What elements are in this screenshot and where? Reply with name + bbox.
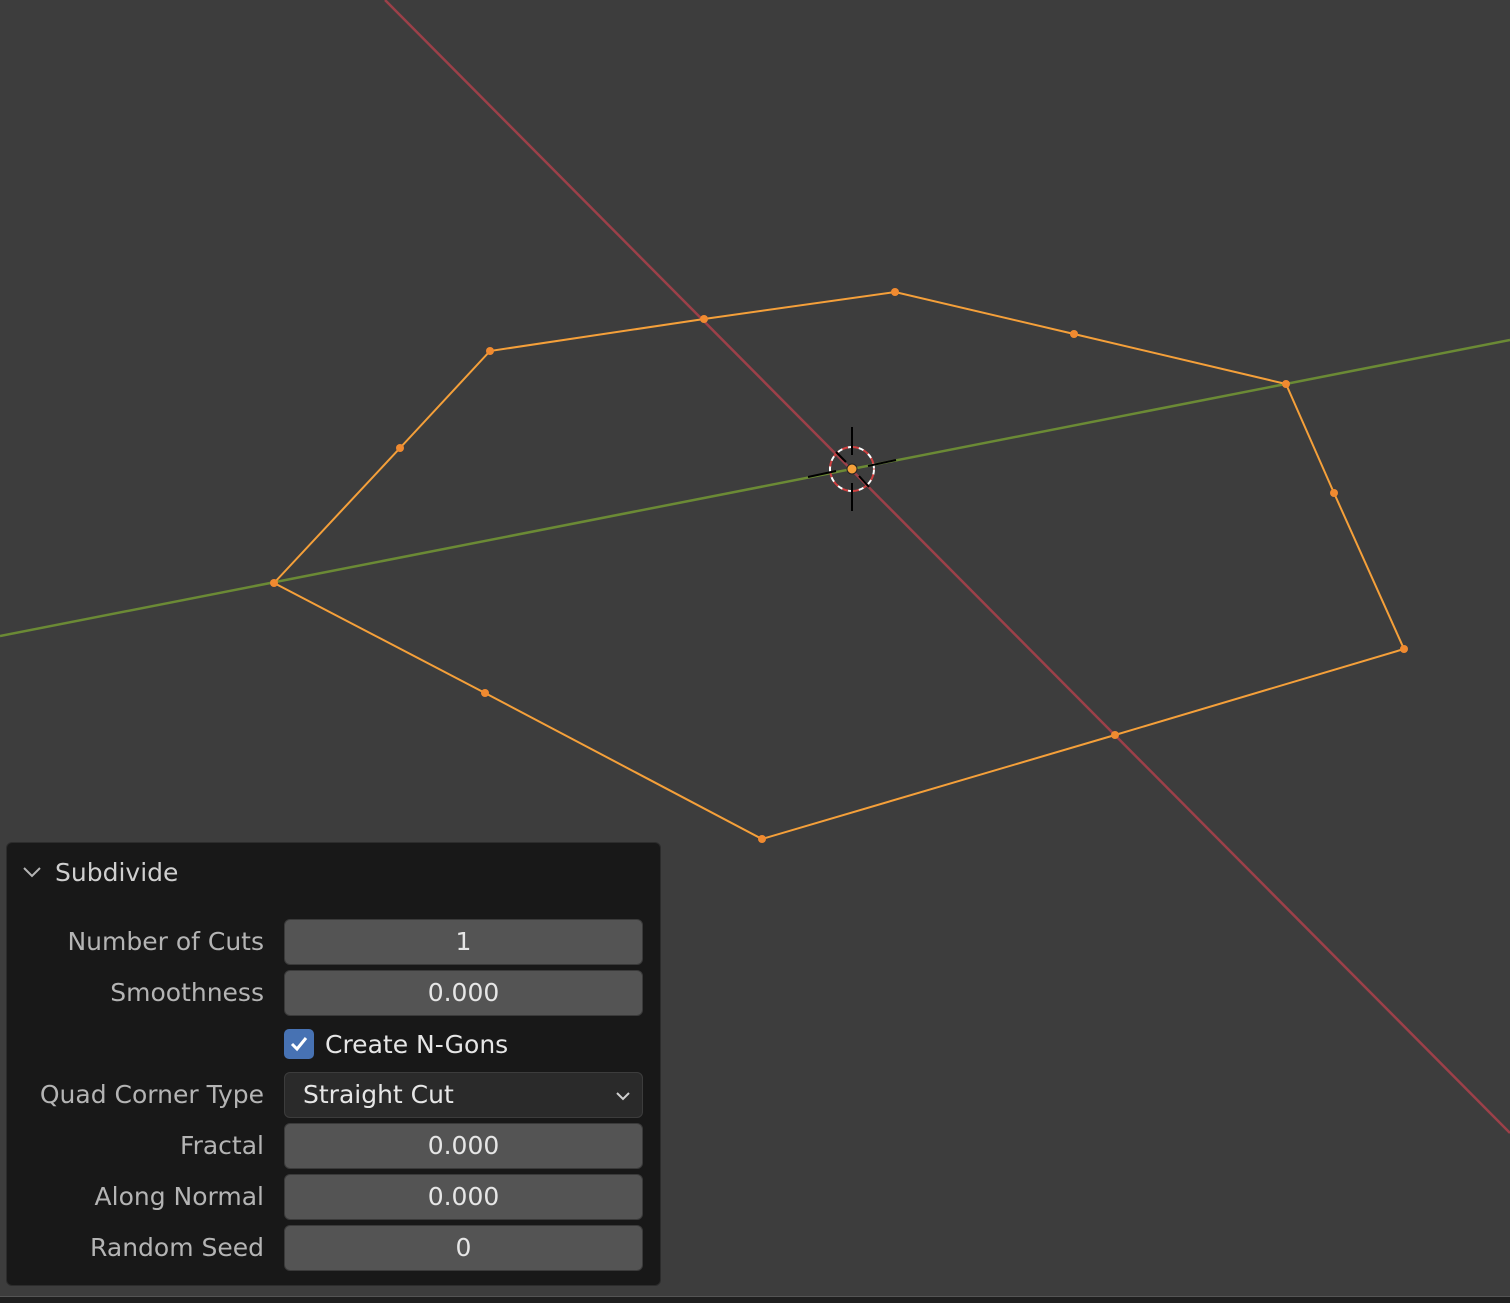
- random-seed-row: Random Seed 0: [7, 1225, 662, 1271]
- create-ngons-row: Create N-Gons: [7, 1021, 662, 1067]
- number-of-cuts-row: Number of Cuts 1: [7, 919, 662, 965]
- checkmark-icon: [290, 1037, 308, 1052]
- vertex: [1330, 489, 1338, 497]
- chevron-down-icon[interactable]: [21, 861, 43, 883]
- number-of-cuts-field[interactable]: 1: [284, 919, 643, 965]
- create-ngons-toggle[interactable]: Create N-Gons: [284, 1021, 508, 1067]
- number-of-cuts-label: Number of Cuts: [67, 927, 264, 956]
- along-normal-row: Along Normal 0.000: [7, 1174, 662, 1220]
- create-ngons-checkbox[interactable]: [284, 1029, 314, 1059]
- quad-corner-type-select[interactable]: Straight Cut: [284, 1072, 643, 1118]
- vertex: [270, 579, 278, 587]
- random-seed-label: Random Seed: [90, 1233, 264, 1262]
- fractal-label: Fractal: [180, 1131, 264, 1160]
- random-seed-field[interactable]: 0: [284, 1225, 643, 1271]
- mesh-edges[interactable]: [273, 290, 1406, 841]
- panel-header[interactable]: Subdivide: [21, 855, 178, 889]
- vertex: [481, 689, 489, 697]
- quad-corner-type-value: Straight Cut: [303, 1080, 454, 1109]
- quad-corner-type-label: Quad Corner Type: [39, 1080, 264, 1109]
- quad-corner-type-row: Quad Corner Type Straight Cut: [7, 1072, 662, 1118]
- along-normal-label: Along Normal: [94, 1182, 264, 1211]
- object-origin: [846, 463, 858, 475]
- smoothness-label: Smoothness: [110, 978, 264, 1007]
- operator-redo-panel[interactable]: Subdivide Number of Cuts 1 Smoothness 0.…: [6, 842, 661, 1286]
- vertex: [1400, 645, 1408, 653]
- panel-title: Subdivide: [55, 857, 179, 887]
- vertex: [891, 288, 899, 296]
- chevron-down-icon: [616, 1092, 630, 1101]
- fractal-row: Fractal 0.000: [7, 1123, 662, 1169]
- vertex: [700, 315, 708, 323]
- mesh-vertices[interactable]: [270, 288, 1408, 843]
- vertex: [758, 835, 766, 843]
- smoothness-row: Smoothness 0.000: [7, 970, 662, 1016]
- vertex: [1070, 330, 1078, 338]
- fractal-field[interactable]: 0.000: [284, 1123, 643, 1169]
- along-normal-field[interactable]: 0.000: [284, 1174, 643, 1220]
- vertex: [486, 347, 494, 355]
- vertex: [396, 444, 404, 452]
- vertex: [1282, 380, 1290, 388]
- mesh-edge-loop: [273, 290, 1406, 841]
- smoothness-field[interactable]: 0.000: [284, 970, 643, 1016]
- vertex: [1111, 731, 1119, 739]
- create-ngons-label: Create N-Gons: [325, 1029, 509, 1059]
